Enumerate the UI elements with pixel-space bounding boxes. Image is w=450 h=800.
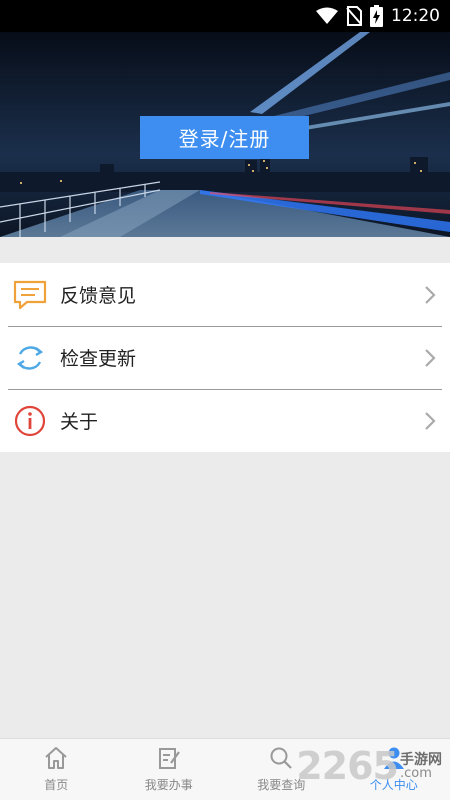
tab-label: 首页 xyxy=(44,778,69,792)
no-sim-icon xyxy=(346,6,362,26)
refresh-icon xyxy=(0,342,60,374)
menu-item-label: 检查更新 xyxy=(60,348,137,370)
tab-home[interactable]: 首页 xyxy=(0,739,113,800)
site-watermark: 2265 手游网 .com xyxy=(296,744,442,788)
header-banner: 登录/注册 xyxy=(0,32,450,237)
settings-menu: 反馈意见 检查更新 关于 xyxy=(0,263,450,452)
edit-icon xyxy=(157,746,181,773)
info-icon xyxy=(0,405,60,437)
menu-item-label: 反馈意见 xyxy=(60,285,137,307)
menu-item-about[interactable]: 关于 xyxy=(0,389,450,452)
chevron-right-icon xyxy=(410,411,450,431)
watermark-cn-text: 手游网 xyxy=(400,751,442,768)
chevron-right-icon xyxy=(410,285,450,305)
feedback-icon xyxy=(0,280,60,310)
watermark-domain: .com xyxy=(400,765,432,781)
menu-item-feedback[interactable]: 反馈意见 xyxy=(0,263,450,326)
status-time: 12:20 xyxy=(391,6,440,26)
watermark-number: 2265 xyxy=(296,744,399,788)
search-icon xyxy=(269,746,293,773)
home-icon xyxy=(43,746,69,773)
tab-services[interactable]: 我要办事 xyxy=(113,739,226,800)
menu-item-check-update[interactable]: 检查更新 xyxy=(0,326,450,389)
battery-charging-icon xyxy=(370,5,383,27)
chevron-right-icon xyxy=(410,348,450,368)
tab-label: 我要办事 xyxy=(144,778,193,792)
menu-item-label: 关于 xyxy=(60,411,99,433)
wifi-icon xyxy=(316,7,338,25)
status-bar: 12:20 xyxy=(0,0,450,32)
login-register-button[interactable]: 登录/注册 xyxy=(140,116,309,159)
